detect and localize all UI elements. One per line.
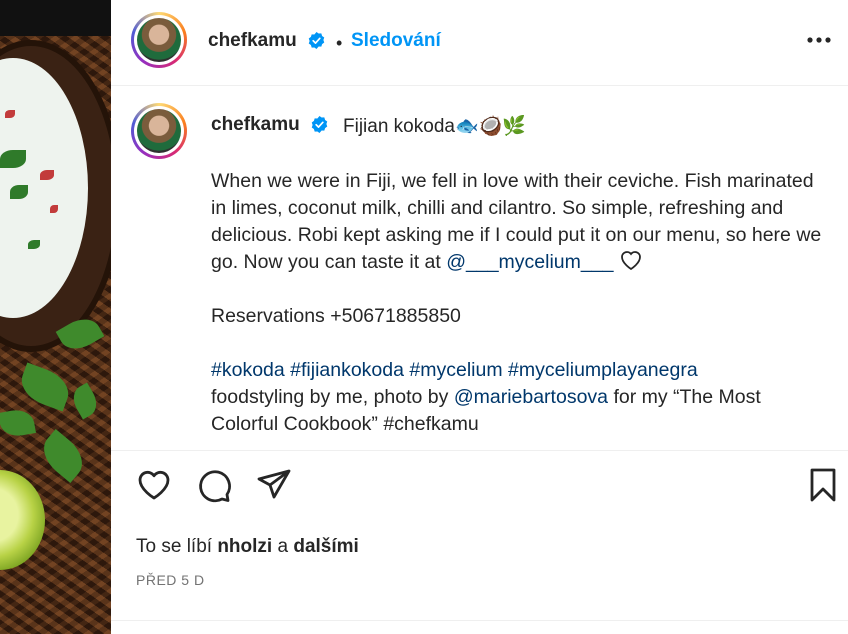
- action-bar: [111, 465, 848, 513]
- post-header: chefkamu • Sledování: [111, 0, 848, 86]
- more-options-icon[interactable]: [805, 26, 833, 54]
- verified-badge-icon: [308, 31, 325, 50]
- credits-text-cut: Colorful Cookbook” #chefkamu: [211, 413, 479, 435]
- image-top-bar: [0, 0, 111, 36]
- caption-title: Fijian kokoda🐟🥥🌿: [343, 116, 526, 137]
- divider: [111, 620, 848, 621]
- save-bookmark-icon[interactable]: [803, 465, 843, 505]
- mention-link[interactable]: @mariebartosova: [454, 386, 608, 408]
- post-image[interactable]: [0, 0, 111, 634]
- header-username[interactable]: chefkamu: [208, 30, 297, 52]
- caption-avatar[interactable]: [131, 103, 187, 159]
- caption-text: When we were in Fiji, we fell in love wi…: [211, 168, 831, 438]
- credits-text: foodstyling by me, photo by: [211, 386, 449, 408]
- like-heart-icon[interactable]: [134, 465, 174, 505]
- comment-icon[interactable]: [194, 465, 234, 505]
- post-timestamp[interactable]: PŘED 5 D: [136, 572, 205, 588]
- mention-link[interactable]: @___mycelium___: [446, 251, 613, 273]
- reservations-text: Reservations +50671885850: [211, 305, 461, 327]
- likes-prefix: To se líbí: [136, 536, 213, 557]
- divider: [111, 450, 848, 451]
- credits-text-suffix: for my “The Most: [613, 386, 761, 408]
- liked-by-user-link[interactable]: nholzi: [217, 536, 272, 557]
- share-send-icon[interactable]: [254, 465, 294, 505]
- heart-emoji-icon: [621, 251, 642, 271]
- caption-section: chefkamu Fijian kokoda🐟🥥🌿 When we were i…: [111, 86, 848, 450]
- following-button[interactable]: Sledování: [351, 30, 441, 52]
- likes-summary: To se líbí nholzi a dalšími: [136, 536, 359, 558]
- avatar[interactable]: [131, 12, 187, 68]
- likes-and: a: [277, 536, 289, 557]
- caption-username[interactable]: chefkamu: [211, 114, 300, 136]
- hashtags[interactable]: #kokoda #fijiankokoda #mycelium #myceliu…: [211, 357, 831, 384]
- separator-dot: •: [336, 33, 343, 53]
- post-details-panel: chefkamu • Sledování chefkamu Fijian kok…: [111, 0, 848, 634]
- likes-others-link[interactable]: dalšími: [293, 536, 358, 557]
- verified-badge-icon: [311, 115, 328, 134]
